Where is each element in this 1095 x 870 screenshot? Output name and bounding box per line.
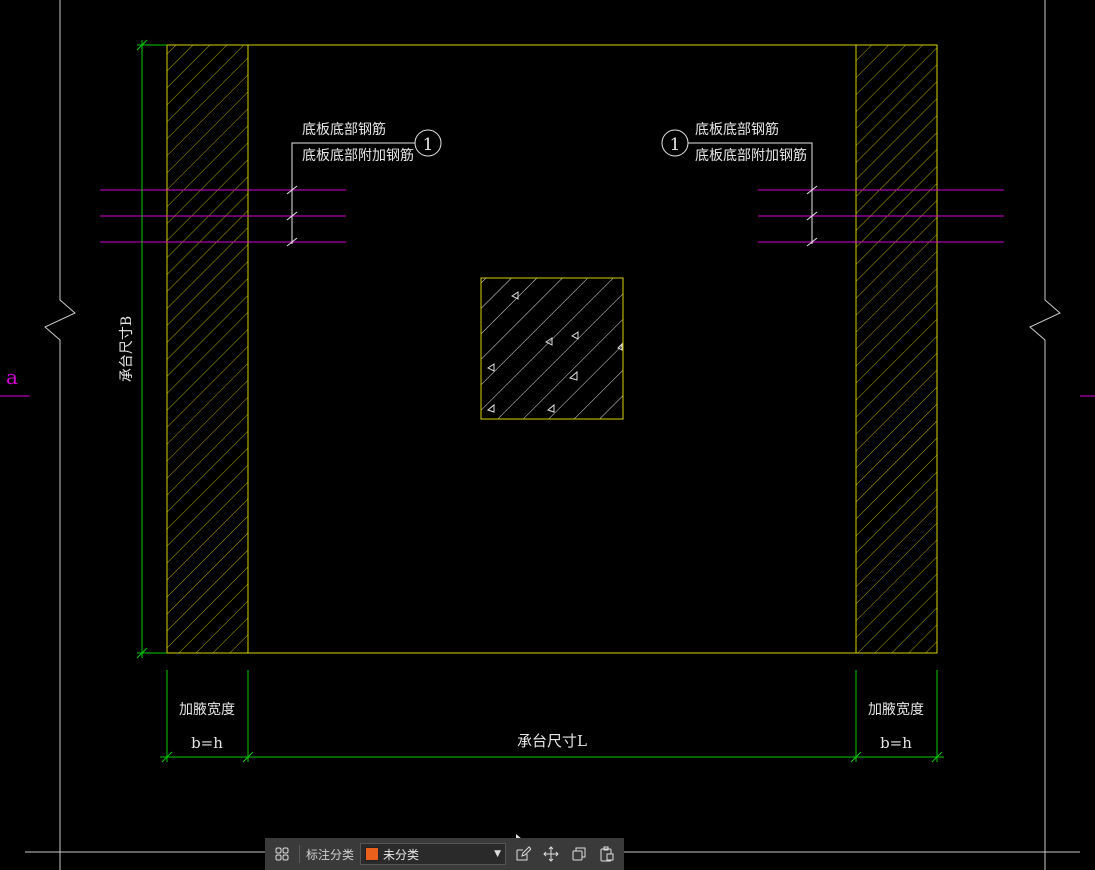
rebar-leader-right[interactable]: 1 底板底部钢筋 底板底部附加钢筋 [661, 121, 818, 247]
dimension-b-label: 承台尺寸B [119, 316, 135, 382]
paste-button[interactable] [596, 843, 618, 865]
dimension-b[interactable] [136, 39, 167, 659]
toolbar-separator [299, 845, 300, 863]
svg-text:1: 1 [423, 135, 434, 155]
category-color-swatch [365, 847, 380, 861]
svg-text:a: a [6, 365, 18, 389]
cad-drawing-canvas[interactable]: a 1 底板底部钢筋 底板底部附加钢筋 1 底板底部钢筋 底板底部附加钢筋 承台… [0, 0, 1095, 870]
axis-marker-left: a [0, 365, 30, 397]
haunch-width-label-right: 加腋宽度 [868, 701, 924, 718]
rebar-label-left-1: 底板底部钢筋 [302, 121, 386, 138]
rebar-leader-left[interactable]: 1 底板底部钢筋 底板底部附加钢筋 [286, 121, 442, 247]
rebar-label-left-2: 底板底部附加钢筋 [302, 147, 414, 164]
copy-icon [572, 847, 586, 861]
edit-icon [516, 846, 532, 861]
haunch-right-hatch[interactable] [855, 44, 938, 654]
move-button[interactable] [540, 843, 562, 865]
chevron-down-icon: ▼ [494, 849, 502, 859]
move-icon [543, 846, 559, 862]
column-section[interactable] [480, 277, 624, 420]
category-title: 标注分类 [306, 847, 355, 862]
haunch-width-label-left: 加腋宽度 [179, 701, 235, 718]
haunch-left-hatch[interactable] [166, 44, 249, 654]
category-select-value: 未分类 [383, 847, 420, 862]
rebar-label-right-1: 底板底部钢筋 [695, 121, 779, 138]
haunch-formula-right: b=h [880, 734, 912, 752]
grid-view-button[interactable] [271, 843, 293, 865]
svg-text:1: 1 [670, 135, 681, 155]
rebar-label-right-2: 底板底部附加钢筋 [695, 147, 807, 164]
copy-button[interactable] [568, 843, 590, 865]
edit-button[interactable] [512, 843, 534, 865]
paste-icon [600, 846, 614, 862]
grid-view-icon [275, 847, 289, 861]
annotation-toolbar: 标注分类 未分类 ▼ [265, 838, 624, 870]
category-select[interactable]: 未分类 ▼ [360, 843, 507, 865]
haunch-formula-left: b=h [191, 734, 223, 752]
dimension-l-label: 承台尺寸L [517, 732, 587, 750]
